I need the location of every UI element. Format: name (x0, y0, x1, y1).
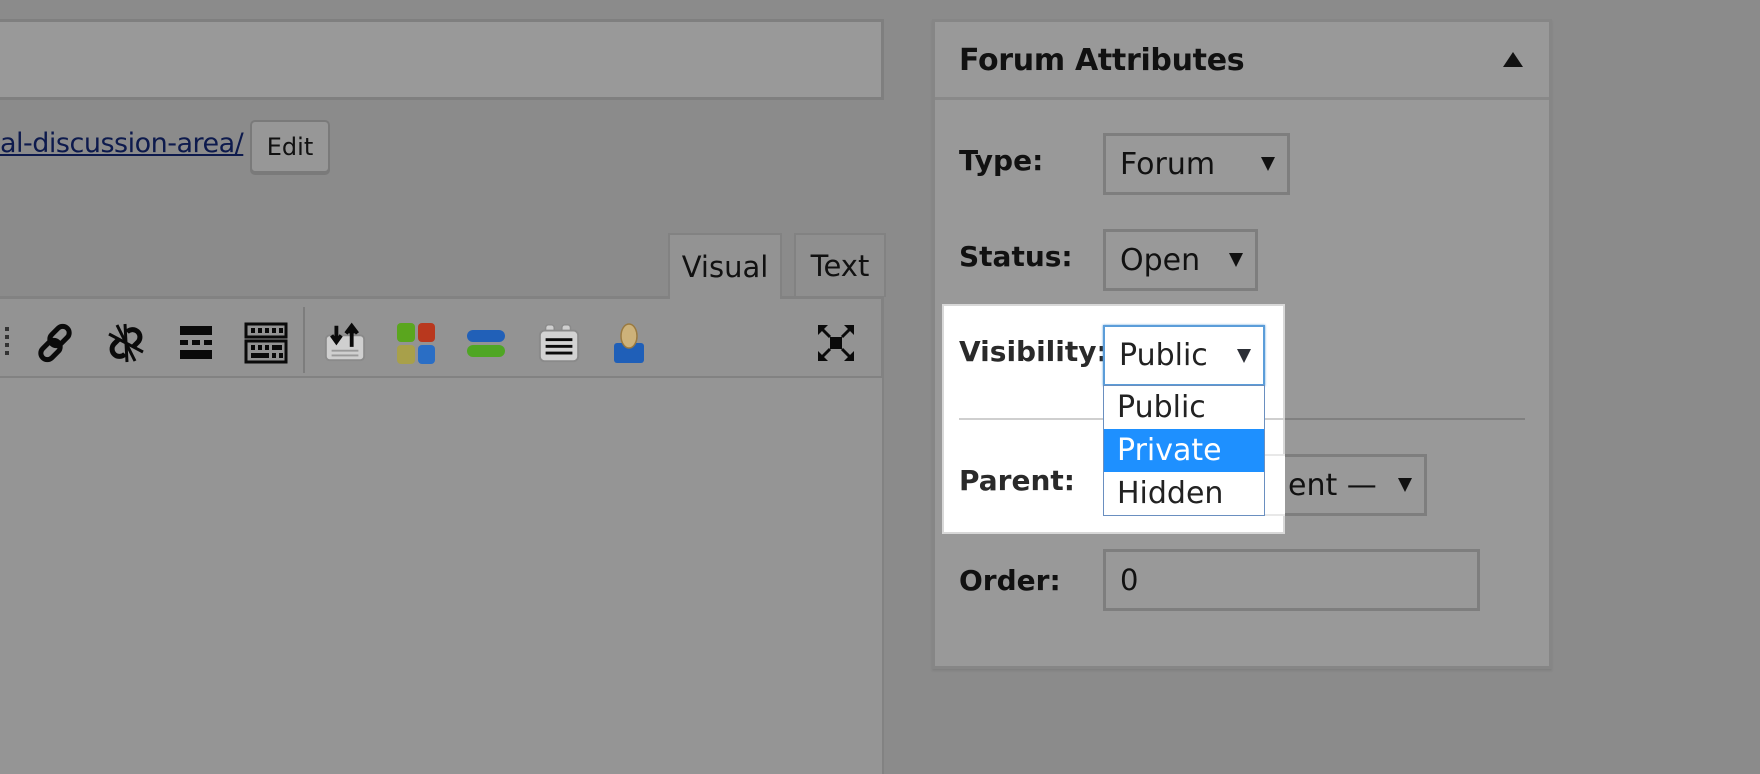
chevron-down-icon (1398, 478, 1412, 492)
visibility-select[interactable]: Public (1103, 325, 1265, 386)
widgets-icon[interactable] (394, 321, 438, 365)
link-icon[interactable] (34, 321, 78, 365)
post-title-input[interactable] (0, 19, 884, 100)
status-label: Status: (959, 240, 1073, 273)
list-box-icon[interactable] (537, 321, 581, 365)
type-select-value: Forum (1120, 147, 1215, 182)
fullscreen-icon[interactable] (814, 321, 858, 365)
layout-icon[interactable] (464, 321, 508, 365)
visibility-option-public[interactable]: Public (1104, 386, 1264, 429)
toolbar-toggle-icon[interactable] (244, 321, 288, 365)
chevron-down-icon (1237, 349, 1251, 363)
list-icon[interactable] (0, 321, 22, 365)
collapse-arrow-up-icon[interactable] (1503, 52, 1523, 67)
type-label: Type: (959, 144, 1043, 177)
tab-visual[interactable]: Visual (668, 233, 782, 299)
toolbar-separator (303, 307, 305, 373)
status-select-value: Open (1120, 243, 1200, 278)
type-select[interactable]: Forum (1103, 133, 1290, 195)
visibility-option-hidden[interactable]: Hidden (1104, 472, 1264, 515)
panel-title: Forum Attributes (959, 43, 1244, 78)
permalink-link[interactable]: al-discussion-area/ (0, 128, 243, 159)
order-label: Order: (959, 564, 1061, 597)
tab-text[interactable]: Text (794, 233, 886, 297)
unlink-icon[interactable] (104, 321, 148, 365)
read-more-icon[interactable] (174, 321, 218, 365)
visibility-dropdown-list: Public Private Hidden (1103, 385, 1265, 516)
visibility-option-private[interactable]: Private (1104, 429, 1264, 472)
import-export-icon[interactable] (323, 321, 367, 365)
editor-content-area[interactable] (0, 378, 884, 774)
visibility-label: Visibility: (959, 335, 1108, 368)
parent-label-lit: Parent: (959, 464, 1075, 497)
order-input[interactable]: 0 (1103, 549, 1480, 611)
user-icon[interactable] (607, 321, 651, 365)
visibility-select-value: Public (1119, 338, 1208, 373)
editor-toolbar (0, 296, 884, 379)
edit-permalink-button[interactable]: Edit (250, 120, 330, 173)
chevron-down-icon (1261, 157, 1275, 171)
chevron-down-icon (1229, 253, 1243, 267)
status-select[interactable]: Open (1103, 229, 1258, 291)
order-input-value: 0 (1120, 563, 1138, 597)
parent-select-value: ent — (1288, 468, 1377, 503)
